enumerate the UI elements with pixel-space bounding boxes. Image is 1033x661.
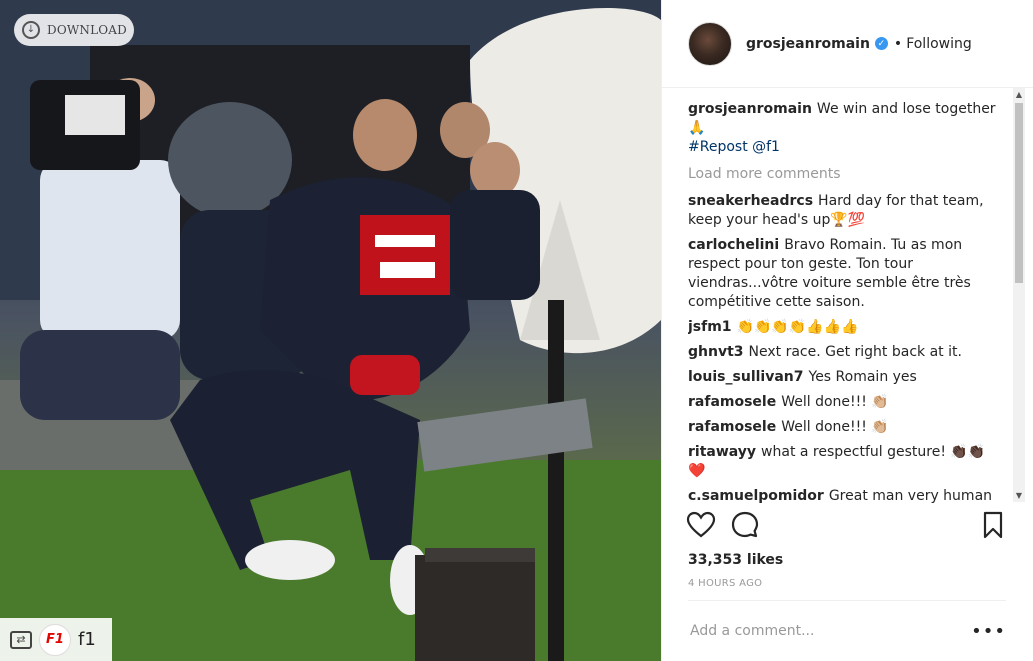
- comment-username[interactable]: rafamosele: [688, 394, 776, 410]
- bookmark-icon[interactable]: [978, 510, 1008, 540]
- list-item: carlochelini Bravo Romain. Tu as mon resp…: [688, 236, 1006, 312]
- repost-icon: ⇄: [10, 630, 32, 649]
- f1-logo: F1: [39, 623, 71, 656]
- comment-text: Great man very human: [828, 488, 993, 503]
- likes-count[interactable]: 33,353 likes: [688, 552, 783, 568]
- caption-username[interactable]: grosjeanromain: [688, 101, 812, 117]
- list-item: rafamosele Well done!!! 👏🏼: [688, 418, 1006, 437]
- repost-username[interactable]: f1: [78, 629, 96, 650]
- post-side-panel: grosjeanromain ✓ • Following grosjeanrom…: [661, 0, 1033, 661]
- repost-hashtag-link[interactable]: #Repost @f1: [688, 139, 780, 155]
- more-options-button[interactable]: •••: [971, 621, 1006, 642]
- comments-list: grosjeanromain We win and lose together 🙏…: [688, 100, 1006, 503]
- scroll-up-icon[interactable]: ▲: [1013, 88, 1025, 101]
- repost-attribution[interactable]: ⇄ F1 f1: [0, 618, 112, 661]
- comment-text: Well done!!! 👏🏼: [781, 419, 889, 435]
- comment-username[interactable]: ghnvt3: [688, 344, 744, 360]
- list-item: jsfm1 👏👏👏👏👍👍👍: [688, 318, 1006, 337]
- list-item: ritawayy what a respectful gesture! 👏🏿👏🏿 …: [688, 443, 1006, 481]
- comment-username[interactable]: sneakerheadrcs: [688, 193, 813, 209]
- comment-username[interactable]: jsfm1: [688, 319, 732, 335]
- comment-input[interactable]: [688, 622, 972, 640]
- comment-username[interactable]: louis_sullivan7: [688, 369, 804, 385]
- comment-username[interactable]: c.samuelpomidor: [688, 488, 824, 503]
- comment-username[interactable]: ritawayy: [688, 444, 756, 460]
- list-item: sneakerheadrcs Hard day for that team, ke…: [688, 192, 1006, 230]
- list-item: c.samuelpomidor Great man very human: [688, 487, 1006, 503]
- post-photo: ↓ DOWNLOAD ⇄ F1 f1: [0, 0, 661, 661]
- post-timestamp: 4 HOURS AGO: [688, 578, 763, 589]
- action-bar: [686, 510, 1008, 544]
- comment-text: 👏👏👏👏👍👍👍: [736, 319, 859, 335]
- comment-icon[interactable]: [730, 510, 760, 540]
- load-more-comments-button[interactable]: Load more comments: [688, 165, 1006, 184]
- photo-scene: [0, 0, 661, 661]
- comment-username[interactable]: rafamosele: [688, 419, 776, 435]
- add-comment-bar: •••: [688, 600, 1006, 661]
- scroll-down-icon[interactable]: ▼: [1013, 489, 1025, 502]
- verified-badge-icon: ✓: [874, 37, 888, 50]
- following-button[interactable]: Following: [906, 36, 972, 52]
- download-label: DOWNLOAD: [47, 23, 127, 37]
- avatar[interactable]: [688, 21, 732, 66]
- comments-scrollbar[interactable]: ▲ ▼: [1013, 88, 1025, 502]
- comment-text: Well done!!! 👏🏼: [781, 394, 889, 410]
- scrollbar-thumb[interactable]: [1015, 103, 1023, 283]
- caption: grosjeanromain We win and lose together 🙏…: [688, 100, 1006, 157]
- download-button[interactable]: ↓ DOWNLOAD: [14, 14, 134, 46]
- list-item: rafamosele Well done!!! 👏🏼: [688, 393, 1006, 412]
- header-username[interactable]: grosjeanromain: [746, 36, 870, 52]
- comment-text: Yes Romain yes: [808, 369, 917, 385]
- download-icon: ↓: [22, 21, 40, 39]
- list-item: ghnvt3 Next race. Get right back at it.: [688, 343, 1006, 362]
- list-item: louis_sullivan7 Yes Romain yes: [688, 368, 1006, 387]
- comment-text: Next race. Get right back at it.: [748, 344, 962, 360]
- header-separator: •: [893, 35, 903, 52]
- post-header: grosjeanromain ✓ • Following: [662, 0, 1033, 88]
- comment-username[interactable]: carlochelini: [688, 237, 779, 253]
- heart-icon[interactable]: [686, 510, 716, 540]
